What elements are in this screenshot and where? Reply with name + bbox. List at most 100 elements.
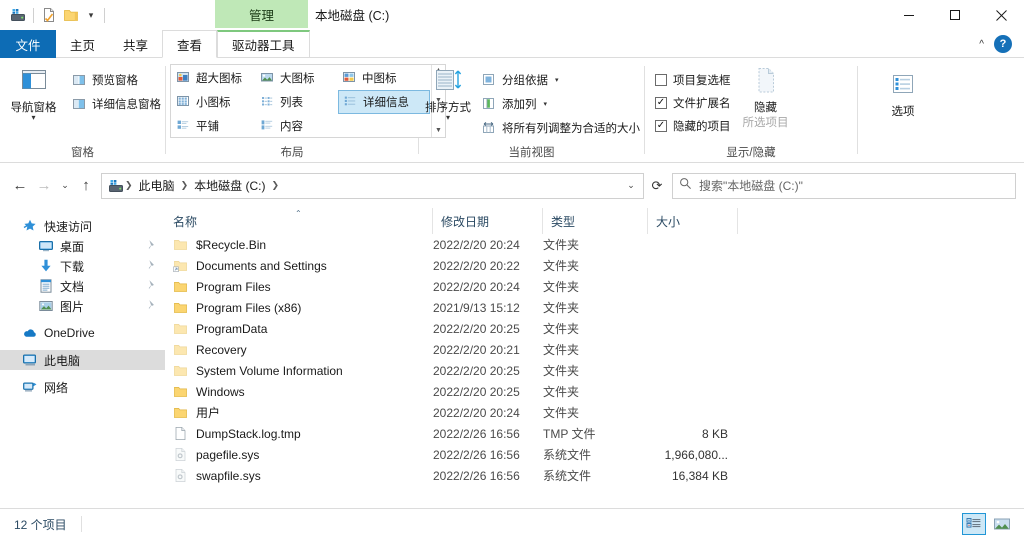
navigation-pane-button[interactable]: 导航窗格 ▾ [0, 64, 67, 122]
tab-drive-tools[interactable]: 驱动器工具 [217, 30, 310, 58]
gallery-label: 列表 [280, 97, 303, 109]
details-pane-button[interactable]: 详细信息窗格 [67, 92, 165, 116]
table-row[interactable]: System Volume Information 2022/2/20 20:2… [165, 360, 1024, 381]
properties-icon[interactable] [38, 4, 60, 26]
column-header-type[interactable]: 类型 [543, 208, 648, 234]
sidebar-item-downloads[interactable]: 下载 [0, 256, 165, 276]
breadcrumb-separator[interactable]: ❯ [270, 180, 280, 191]
gallery-item-list[interactable]: 列表 [256, 90, 338, 114]
table-row[interactable]: Program Files 2022/2/20 20:24 文件夹 [165, 276, 1024, 297]
table-row[interactable]: swapfile.sys 2022/2/26 16:56 系统文件 16,384… [165, 465, 1024, 486]
chevron-down-icon[interactable]: ▾ [555, 76, 559, 84]
table-row[interactable]: $Recycle.Bin 2022/2/20 20:24 文件夹 [165, 234, 1024, 255]
checkbox-hidden-items[interactable]: ✓ 隐藏的项目 [651, 114, 731, 137]
group-by-button[interactable]: 分组依据 ▾ [477, 68, 644, 92]
drive-icon[interactable] [7, 4, 29, 26]
sidebar-item-this-pc[interactable]: 此电脑 [0, 350, 165, 370]
pin-icon[interactable] [146, 299, 157, 313]
system-file-icon [173, 447, 189, 463]
close-button[interactable] [978, 0, 1024, 30]
chevron-down-icon[interactable]: ▾ [31, 114, 35, 122]
this-pc-icon [22, 352, 38, 368]
sort-by-button[interactable]: 排序方式 ▾ [419, 64, 477, 122]
sidebar-item-quick-access[interactable]: 快速访问 [0, 216, 165, 236]
pin-icon[interactable] [146, 239, 157, 253]
breadcrumb-separator[interactable]: ❯ [180, 180, 190, 191]
view-mode-buttons [962, 513, 1024, 535]
chevron-down-icon[interactable]: ▾ [446, 114, 450, 122]
checkbox-checked-icon[interactable]: ✓ [655, 96, 667, 109]
table-row[interactable]: DumpStack.log.tmp 2022/2/26 16:56 TMP 文件… [165, 423, 1024, 444]
address-bar[interactable]: ❯ 此电脑 ❯ 本地磁盘 (C:) ❯ ⌄ [101, 172, 644, 199]
checkbox-label: 隐藏的项目 [673, 120, 731, 133]
tab-share[interactable]: 共享 [109, 30, 162, 58]
maximize-button[interactable] [932, 0, 978, 30]
sidebar-item-desktop[interactable]: 桌面 [0, 236, 165, 256]
minimize-button[interactable] [886, 0, 932, 30]
up-button[interactable]: ↑ [74, 172, 98, 200]
table-row[interactable]: Program Files (x86) 2021/9/13 15:12 文件夹 [165, 297, 1024, 318]
table-row[interactable]: 用户 2022/2/20 20:24 文件夹 [165, 402, 1024, 423]
options-label: 选项 [891, 106, 915, 118]
preview-pane-button[interactable]: 预览窗格 [67, 68, 165, 92]
breadcrumb-this-pc[interactable]: 此电脑 [134, 177, 180, 194]
address-history-dropdown[interactable]: ⌄ [621, 180, 641, 191]
table-row[interactable]: Windows 2022/2/20 20:25 文件夹 [165, 381, 1024, 402]
gallery-item-content[interactable]: 内容 [256, 114, 338, 138]
column-header-date-modified[interactable]: 修改日期 [433, 208, 543, 234]
file-date: 2022/2/20 20:24 [433, 405, 520, 420]
column-header-size[interactable]: 大小 [648, 208, 738, 234]
sidebar-item-pictures[interactable]: 图片 [0, 296, 165, 316]
tiles-view-icon [176, 118, 192, 134]
checkbox-file-extensions[interactable]: ✓ 文件扩展名 [651, 91, 731, 114]
checkbox-checked-icon[interactable]: ✓ [655, 119, 667, 132]
gallery-item-details[interactable]: 详细信息 [338, 90, 430, 114]
table-row[interactable]: ProgramData 2022/2/20 20:25 文件夹 [165, 318, 1024, 339]
help-icon[interactable]: ? [994, 35, 1012, 53]
file-type: TMP 文件 [543, 427, 596, 441]
drive-icon [108, 178, 124, 194]
back-button[interactable]: ← [8, 172, 32, 200]
details-view-button[interactable] [962, 513, 986, 535]
gallery-item-medium-icons[interactable]: 中图标 [338, 66, 430, 90]
qat-customize-dropdown[interactable]: ▾ [82, 4, 100, 26]
pin-icon[interactable] [146, 279, 157, 293]
gallery-item-extra-large-icons[interactable]: 超大图标 [172, 66, 256, 90]
chevron-up-icon[interactable]: ^ [975, 39, 988, 50]
search-box[interactable]: 搜索"本地磁盘 (C:)" [672, 172, 1016, 199]
tab-view[interactable]: 查看 [162, 30, 218, 58]
folder-icon [173, 321, 189, 337]
chevron-down-icon[interactable]: ▾ [544, 100, 548, 108]
breadcrumb-separator[interactable]: ❯ [124, 180, 134, 191]
gallery-item-large-icons[interactable]: 大图标 [256, 66, 338, 90]
sidebar-item-documents[interactable]: 文档 [0, 276, 165, 296]
hide-selected-items-button[interactable]: 隐藏 所选项目 [731, 64, 801, 129]
file-type: 文件夹 [543, 364, 580, 378]
status-separator [80, 516, 82, 532]
table-row[interactable]: pagefile.sys 2022/2/26 16:56 系统文件 1,966,… [165, 444, 1024, 465]
large-icons-view-button[interactable] [990, 513, 1014, 535]
options-button[interactable]: 选项 [867, 64, 939, 118]
sidebar-item-network[interactable]: 网络 [0, 377, 165, 397]
file-name: Program Files (x86) [196, 300, 302, 315]
size-all-columns-button[interactable]: 将所有列调整为合适的大小 [477, 116, 644, 140]
gallery-item-small-icons[interactable]: 小图标 [172, 90, 256, 114]
sidebar-item-onedrive[interactable]: OneDrive [0, 323, 165, 343]
column-header-name[interactable]: ⌃ 名称 [165, 208, 433, 234]
checkbox-unchecked-icon[interactable] [655, 73, 667, 86]
gallery-item-tiles[interactable]: 平铺 [172, 114, 256, 138]
new-folder-icon[interactable] [60, 4, 82, 26]
refresh-button[interactable]: ⟳ [644, 173, 670, 199]
sidebar-item-label: 快速访问 [44, 219, 93, 234]
pin-icon[interactable] [146, 259, 157, 273]
forward-button[interactable]: → [32, 172, 56, 200]
recent-locations-button[interactable]: ⌄ [56, 172, 74, 200]
checkbox-item-checkboxes[interactable]: 项目复选框 [651, 68, 731, 91]
table-row[interactable]: Recovery 2022/2/20 20:21 文件夹 [165, 339, 1024, 360]
tab-file[interactable]: 文件 [0, 30, 56, 58]
table-row[interactable]: Documents and Settings 2022/2/20 20:22 文… [165, 255, 1024, 276]
tab-home[interactable]: 主页 [56, 30, 109, 58]
add-columns-button[interactable]: 添加列 ▾ [477, 92, 644, 116]
list-view-icon [260, 94, 276, 110]
breadcrumb-local-disk[interactable]: 本地磁盘 (C:) [189, 177, 270, 194]
